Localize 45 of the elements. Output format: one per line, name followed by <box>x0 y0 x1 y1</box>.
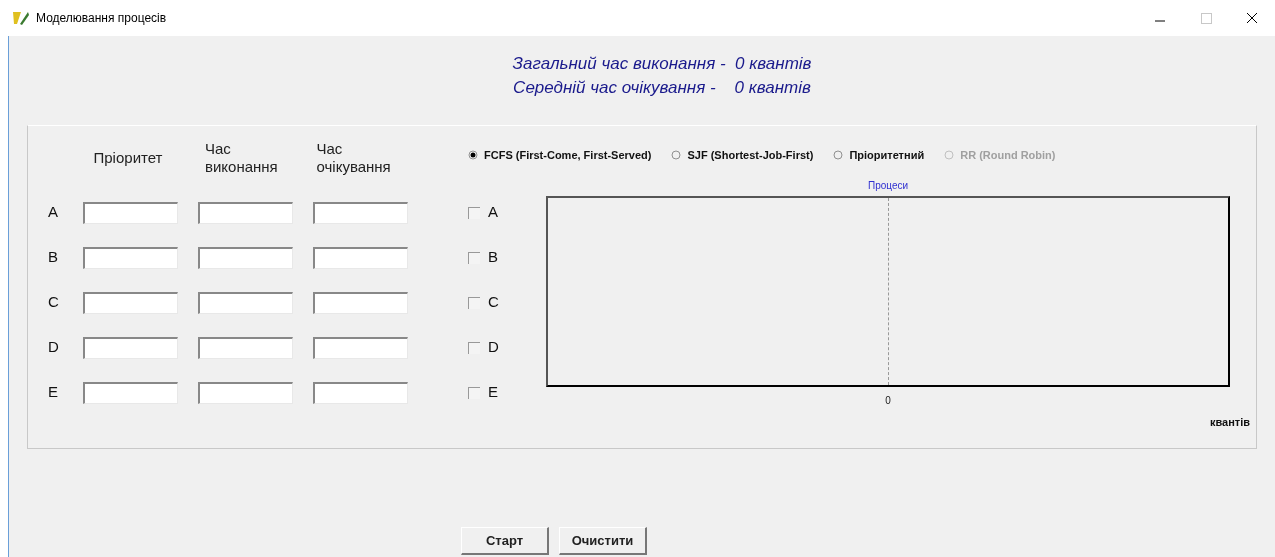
action-button[interactable]: Старт <box>461 527 549 555</box>
input-field[interactable] <box>198 246 293 269</box>
input-field[interactable] <box>198 381 293 404</box>
axis-tick: 0 <box>885 394 891 408</box>
axis-unit: квантів <box>1209 415 1250 430</box>
algorithm-radio[interactable]: Пріоритетний <box>833 146 925 164</box>
row-label: D <box>47 337 60 358</box>
row-label: A <box>47 202 59 223</box>
input-field[interactable] <box>83 291 178 314</box>
input-field[interactable] <box>313 381 408 404</box>
input-field[interactable] <box>198 201 293 224</box>
input-field[interactable] <box>313 291 408 314</box>
row-label: B <box>47 247 59 268</box>
process-checkbox[interactable]: E <box>468 370 546 415</box>
column-header: Час виконання <box>205 140 279 176</box>
process-checkbox[interactable]: C <box>468 280 546 325</box>
input-field[interactable] <box>313 336 408 359</box>
input-field[interactable] <box>313 201 408 224</box>
app-icon <box>12 10 30 26</box>
process-checkbox[interactable]: B <box>468 235 546 280</box>
input-field[interactable] <box>83 246 178 269</box>
process-checkbox[interactable]: A <box>468 190 546 235</box>
process-checkbox[interactable]: D <box>468 325 546 370</box>
checkbox-icon <box>468 251 480 264</box>
input-field[interactable] <box>313 246 408 269</box>
summary-text: Середній час очікування - 0 квантів <box>513 77 811 99</box>
column-header: Час очікування <box>316 140 392 176</box>
algorithm-radio[interactable]: SJF (Shortest-Job-First) <box>671 146 814 164</box>
action-button[interactable]: Очистити <box>559 527 647 555</box>
summary-text: Загальний час виконання - 0 квантів <box>512 53 812 75</box>
checkbox-icon <box>468 386 480 399</box>
row-label: E <box>47 382 59 403</box>
input-field[interactable] <box>83 201 178 224</box>
checkbox-icon <box>468 206 480 219</box>
plot-title: Процеси <box>867 179 909 193</box>
checkbox-icon <box>468 296 480 309</box>
row-label: C <box>47 292 60 313</box>
input-field[interactable] <box>83 381 178 404</box>
input-field[interactable] <box>198 291 293 314</box>
algorithm-radio[interactable]: FCFS (First-Come, First-Served) <box>468 146 652 164</box>
column-header: Пріоритет <box>93 149 164 167</box>
input-field[interactable] <box>83 336 178 359</box>
checkbox-icon <box>468 341 480 354</box>
window-title: Моделювання процесів <box>36 10 167 27</box>
input-field[interactable] <box>198 336 293 359</box>
